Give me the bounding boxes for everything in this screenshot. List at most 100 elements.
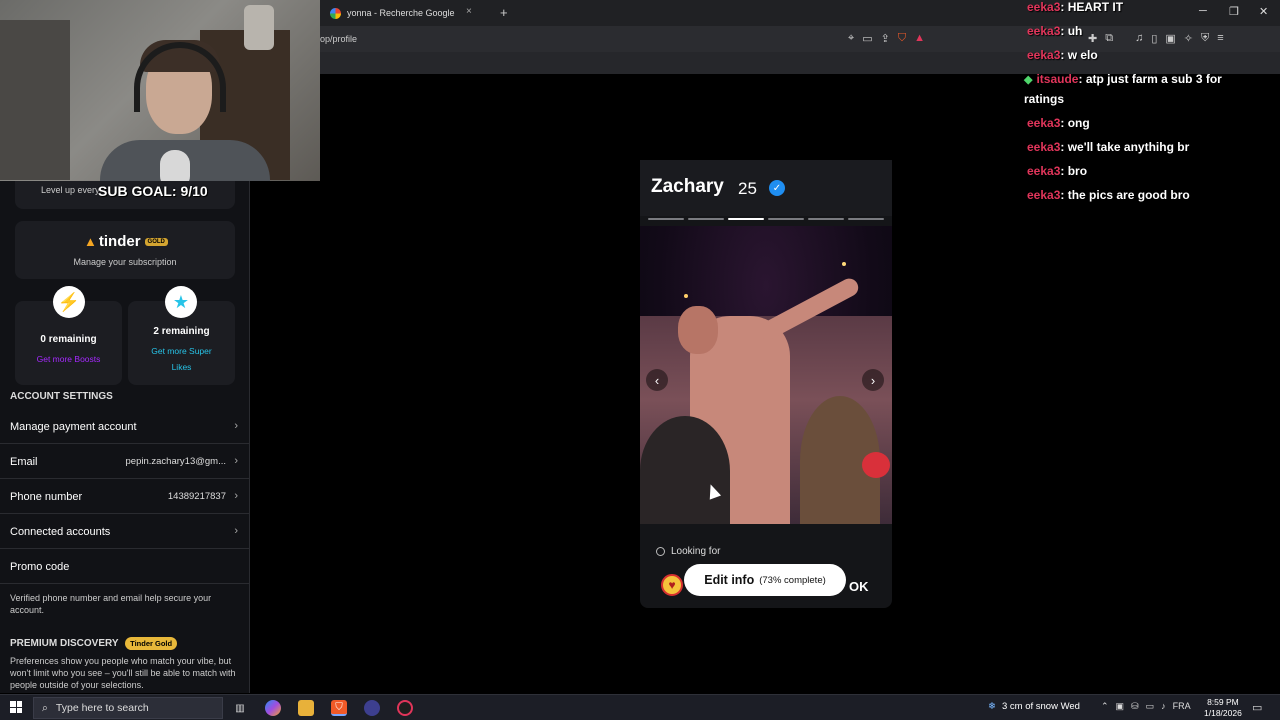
close-window-button[interactable]: ✕ — [1259, 5, 1268, 18]
photo-progress-bar[interactable] — [808, 218, 844, 220]
chat-badge-icon: ◆ — [1024, 74, 1033, 86]
restore-button[interactable]: ❐ — [1229, 5, 1239, 18]
url-text[interactable]: op/profile — [320, 34, 357, 44]
chat-text: : bro — [1060, 164, 1088, 178]
obs-icon[interactable] — [397, 700, 413, 716]
copilot-icon[interactable] — [265, 700, 281, 716]
chevron-right-icon: › — [234, 455, 238, 467]
brave-shield-icon[interactable]: ⛉ — [898, 32, 906, 45]
taskbar-clock[interactable]: 8:59 PM 1/18/2026 — [1204, 697, 1242, 719]
usb-icon[interactable]: ⛁ — [1131, 701, 1139, 712]
chat-username[interactable]: eeka3 — [1027, 0, 1060, 14]
volume-icon[interactable]: ♪ — [1161, 701, 1166, 712]
screenshot-icon[interactable]: ⧉ — [1105, 32, 1113, 45]
chat-message: eeka3: bro — [1027, 164, 1087, 178]
extension-icons: ✚ ⧉ ♫ ▯ ▣ ✧ ⛨ ≡ — [1088, 32, 1224, 45]
windows-start-icon[interactable] — [10, 701, 22, 713]
chat-text: : HEART IT — [1060, 0, 1124, 14]
tray-app-icon[interactable]: ▣ — [1116, 701, 1125, 712]
brave-browser-icon[interactable]: ⛉ — [331, 700, 347, 716]
network-icon[interactable]: ▭ — [1146, 701, 1155, 712]
boosts-remaining: 0 remaining — [40, 334, 97, 345]
chat-text: : the pics are good bro — [1060, 188, 1190, 202]
photo-progress-bar[interactable] — [848, 218, 884, 220]
premium-discovery-title: PREMIUM DISCOVERY — [10, 638, 119, 650]
file-explorer-icon[interactable] — [298, 700, 314, 716]
chat-username[interactable]: eeka3 — [1027, 140, 1060, 154]
chat-username[interactable]: eeka3 — [1027, 188, 1060, 202]
manage-subscription-link[interactable]: Manage your subscription — [15, 257, 235, 267]
tab-close-button[interactable]: × — [466, 6, 472, 17]
menu-icon[interactable]: ≡ — [1217, 32, 1223, 45]
profile-photo[interactable]: ‹ › — [640, 226, 892, 524]
cast-icon[interactable]: ▭ — [862, 32, 872, 45]
new-tab-button[interactable]: + — [500, 5, 508, 20]
photo-red-hat — [862, 452, 890, 478]
row-email[interactable]: Email pepin.zachary13@gm... › — [0, 445, 249, 479]
wallet-icon[interactable]: ▣ — [1165, 32, 1175, 45]
row-phone-number[interactable]: Phone number 14389217837 › — [0, 480, 249, 514]
bookmarks-bar — [320, 52, 1280, 74]
weather-widget[interactable]: ❄ 3 cm of snow Wed — [988, 701, 1080, 712]
extensions-icon[interactable]: ✚ — [1088, 32, 1097, 45]
leo-ai-icon[interactable]: ✧ — [1184, 32, 1193, 45]
webcam-background-door — [0, 20, 70, 180]
get-more-super-likes-link[interactable]: Get more Super Likes — [128, 343, 235, 375]
edit-info-label: Edit info — [704, 573, 755, 587]
account-settings-header: ACCOUNT SETTINGS — [10, 391, 113, 402]
verify-note: Verified phone number and email help sec… — [10, 593, 212, 615]
chat-text: : atp just farm a sub 3 for — [1078, 72, 1222, 86]
share-icon[interactable]: ⇪ — [881, 32, 890, 45]
tinder-word: tinder — [98, 233, 141, 250]
clock-date: 1/18/2026 — [1204, 708, 1242, 718]
photo-progress-bar[interactable] — [688, 218, 724, 220]
photo-progress-bar[interactable] — [768, 218, 804, 220]
location-icon[interactable]: ⌖ — [848, 32, 854, 45]
webcam-overlay — [0, 0, 320, 181]
photo-progress-bar[interactable] — [728, 218, 764, 220]
taskbar-search-box[interactable]: ⌕ Type here to search — [33, 697, 223, 719]
chat-message: ratings — [1024, 92, 1064, 106]
subscription-card[interactable] — [15, 221, 235, 279]
tab-title: yonna - Recherche Google — [347, 8, 455, 18]
notification-icon[interactable]: ▭ — [1252, 701, 1262, 714]
taskbar-search-placeholder: Type here to search — [55, 702, 149, 714]
minimize-button[interactable]: ─ — [1199, 5, 1207, 17]
row-label: Manage payment account — [10, 421, 137, 433]
chat-username[interactable]: eeka3 — [1027, 116, 1060, 130]
heart-eyes-emoji-icon: ♥ — [661, 574, 683, 596]
clock-time: 8:59 PM — [1207, 697, 1239, 707]
brave-rewards-icon[interactable]: ▲ — [914, 32, 925, 45]
chevron-right-icon: › — [234, 490, 238, 502]
row-label: Promo code — [10, 561, 70, 573]
tinder-gold-badge: Tinder Gold — [125, 637, 178, 650]
discord-icon[interactable] — [364, 700, 380, 716]
row-promo-code[interactable]: Promo code — [0, 550, 249, 584]
weather-text: 3 cm of snow Wed — [1001, 701, 1080, 712]
photo-progress-bar[interactable] — [648, 218, 684, 220]
music-icon[interactable]: ♫ — [1135, 32, 1143, 45]
tray-chevron-up-icon[interactable]: ⌃ — [1101, 701, 1109, 712]
next-photo-button[interactable]: › — [862, 369, 884, 391]
chat-username[interactable]: itsaude — [1036, 72, 1078, 86]
get-more-boosts-link[interactable]: Get more Boosts — [15, 351, 122, 367]
snow-icon: ❄ — [988, 701, 996, 712]
chat-username[interactable]: eeka3 — [1027, 164, 1060, 178]
row-manage-payment-account[interactable]: Manage payment account › — [0, 410, 249, 444]
task-view-icon[interactable]: ▥ — [232, 700, 248, 716]
get-more-super-likes-line1: Get more Super — [151, 346, 212, 356]
chat-username[interactable]: eeka3 — [1027, 48, 1060, 62]
photo-light — [684, 294, 688, 298]
chat-username[interactable]: eeka3 — [1027, 24, 1060, 38]
previous-photo-button[interactable]: ‹ — [646, 369, 668, 391]
chat-text: : we'll take anythihg br — [1060, 140, 1190, 154]
sub-goal-overlay: SUB GOAL: 9/10 — [98, 183, 208, 199]
chat-message: eeka3: w elo — [1027, 48, 1098, 62]
vpn-icon[interactable]: ⛨ — [1201, 32, 1209, 45]
chat-message: eeka3: HEART IT — [1027, 0, 1123, 14]
row-label: Connected accounts — [10, 526, 111, 538]
edit-info-button[interactable]: Edit info (73% complete) — [684, 564, 846, 596]
sidebar-icon[interactable]: ▯ — [1151, 32, 1157, 45]
row-connected-accounts[interactable]: Connected accounts › — [0, 515, 249, 549]
language-indicator[interactable]: FRA — [1173, 701, 1191, 712]
